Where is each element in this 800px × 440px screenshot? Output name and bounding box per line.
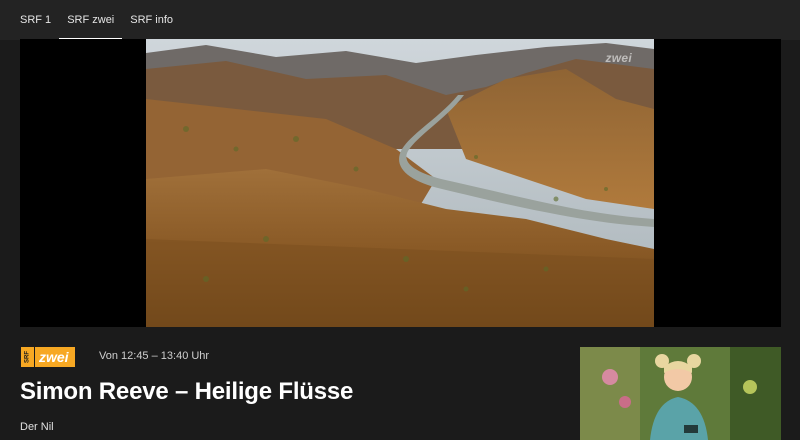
video-still	[146, 39, 654, 327]
thumbnail-image	[580, 347, 781, 440]
logo-srf: SRF	[20, 347, 34, 367]
channel-logo: SRF zwei	[20, 347, 75, 367]
program-subtitle: Der Nil	[20, 421, 54, 433]
tab-srf-zwei[interactable]: SRF zwei	[59, 0, 123, 40]
tab-label: SRF zwei	[67, 14, 115, 26]
channel-watermark: zwei	[605, 51, 632, 65]
tab-srf1[interactable]: SRF 1	[12, 0, 59, 40]
video-frame[interactable]: zwei	[146, 39, 654, 327]
channel-tabs: SRF 1 SRF zwei SRF info	[0, 0, 800, 40]
logo-zwei: zwei	[35, 347, 75, 367]
tab-srf-info[interactable]: SRF info	[122, 0, 181, 40]
video-player[interactable]: zwei	[20, 39, 781, 327]
broadcast-time: Von 12:45 – 13:40 Uhr	[99, 350, 210, 362]
tab-label: SRF info	[130, 14, 174, 26]
next-program-thumbnail[interactable]	[580, 347, 781, 440]
tab-label: SRF 1	[20, 14, 52, 26]
program-title: Simon Reeve – Heilige Flüsse	[20, 378, 354, 405]
